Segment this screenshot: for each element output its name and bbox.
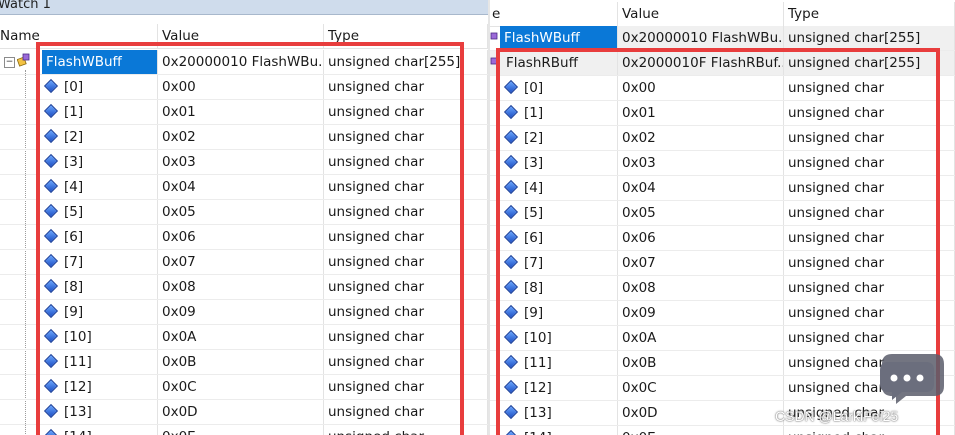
column-header-name-right[interactable]: e bbox=[490, 2, 618, 26]
watch-top-name: FlashWBuff bbox=[500, 26, 618, 50]
struct-icon bbox=[490, 32, 498, 40]
column-header-type-right[interactable]: Type bbox=[784, 2, 955, 26]
watch-window-title: Watch 1 bbox=[0, 0, 51, 12]
expand-collapse-icon[interactable]: − bbox=[4, 57, 15, 68]
column-header-value-right[interactable]: Value bbox=[618, 2, 784, 26]
chat-bubble-icon[interactable] bbox=[878, 352, 946, 404]
watch-window-titlebar[interactable]: Watch 1 bbox=[0, 0, 488, 15]
highlight-box-right bbox=[496, 48, 940, 435]
watch-panel-left: Watch 1 Name Value Type − FlashWBuff 0x2… bbox=[0, 0, 488, 435]
highlight-box-left bbox=[36, 42, 464, 435]
watch-top-type: unsigned char[255] bbox=[784, 26, 955, 50]
watch-top-value[interactable]: 0x20000010 FlashWBu... bbox=[618, 26, 784, 50]
watermark-text: CSDN @LarkiFei25 bbox=[775, 408, 899, 424]
column-header-row-right: e Value Type bbox=[490, 0, 955, 27]
struct-icon bbox=[17, 53, 30, 67]
